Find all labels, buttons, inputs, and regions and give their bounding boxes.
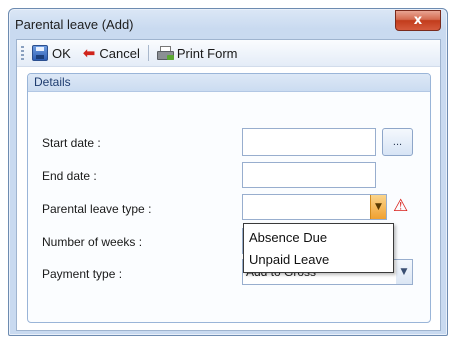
end-date-label: End date : — [42, 169, 97, 183]
warning-icon: ⚠ — [393, 196, 409, 216]
ok-button[interactable]: OK — [30, 42, 73, 64]
payment-type-dropdown-arrow-icon[interactable]: ▼ — [396, 260, 412, 284]
dropdown-option-absence-due[interactable]: Absence Due — [244, 227, 393, 249]
parental-leave-type-label: Parental leave type : — [42, 202, 152, 216]
cancel-arrow-icon: ⬅ — [82, 44, 96, 62]
toolbar: OK ⬅ Cancel Print Form — [17, 40, 440, 67]
leave-type-dropdown-arrow-icon[interactable]: ▼ — [370, 195, 386, 219]
start-date-picker-button[interactable]: ... — [382, 128, 413, 156]
number-of-weeks-label: Number of weeks : — [42, 235, 143, 249]
details-group-title: Details — [28, 74, 430, 92]
save-icon — [32, 45, 48, 61]
dialog-body: OK ⬅ Cancel Print Form Details — [16, 39, 441, 331]
start-date-label: Start date : — [42, 136, 101, 150]
end-date-field[interactable] — [242, 162, 376, 188]
print-form-button[interactable]: Print Form — [155, 42, 240, 64]
window-title: Parental leave (Add) — [15, 17, 134, 32]
cancel-button-label: Cancel — [99, 45, 140, 61]
ellipsis-icon: ... — [392, 136, 403, 148]
title-bar[interactable]: Parental leave (Add) x — [9, 9, 447, 39]
start-date-field[interactable] — [242, 128, 376, 156]
close-button[interactable]: x — [395, 10, 441, 31]
payment-type-label: Payment type : — [42, 267, 123, 281]
cancel-button[interactable]: ⬅ Cancel — [81, 42, 142, 64]
close-icon: x — [413, 13, 423, 28]
ok-button-label: OK — [52, 45, 71, 61]
print-form-label: Print Form — [176, 45, 238, 61]
print-icon — [156, 46, 174, 60]
dropdown-option-unpaid-leave[interactable]: Unpaid Leave — [244, 249, 393, 271]
parental-leave-type-combo[interactable] — [242, 194, 387, 220]
leave-type-dropdown-list: Absence Due Unpaid Leave — [243, 223, 394, 273]
toolbar-separator — [147, 45, 149, 61]
toolbar-grip-icon[interactable] — [21, 46, 24, 60]
